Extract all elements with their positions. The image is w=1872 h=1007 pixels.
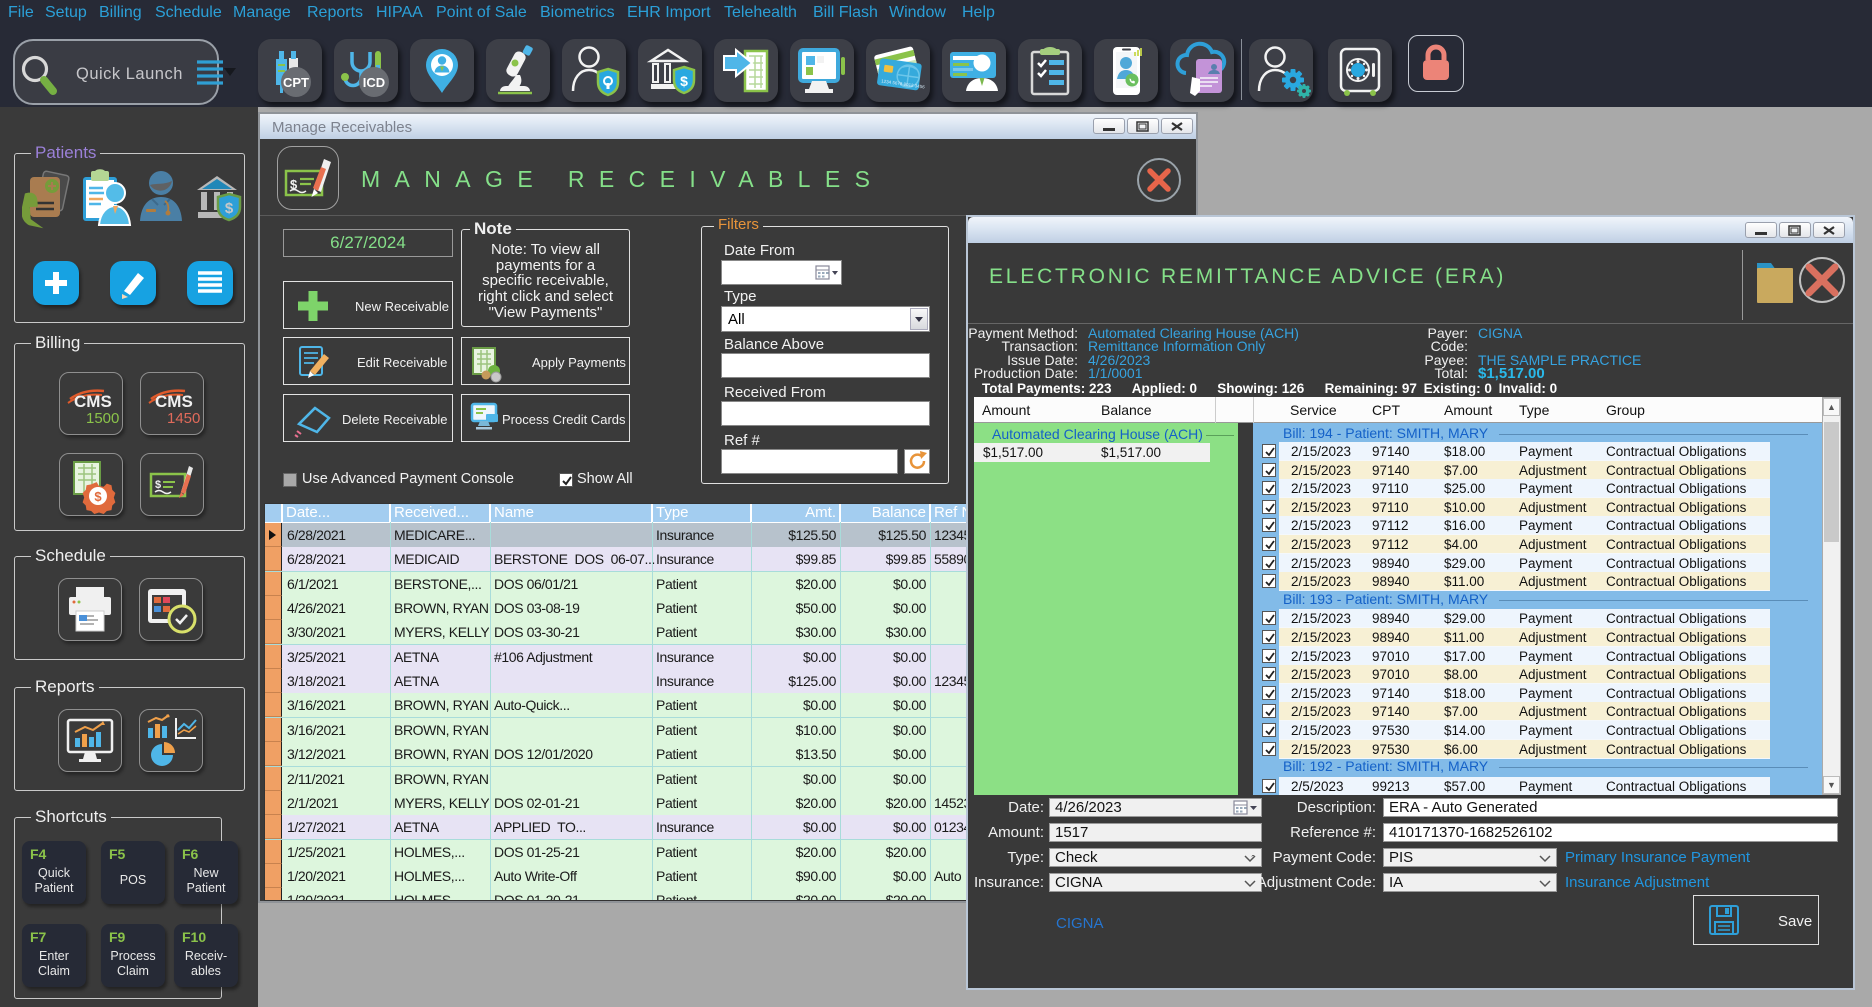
svg-text:$: $ bbox=[225, 200, 234, 217]
svg-text:1500: 1500 bbox=[86, 410, 119, 427]
svg-text:CMS: CMS bbox=[74, 392, 112, 411]
svg-text:$: $ bbox=[155, 479, 161, 491]
svg-text:$: $ bbox=[94, 489, 102, 504]
svg-text:CMS: CMS bbox=[155, 392, 193, 411]
svg-text:1450: 1450 bbox=[167, 410, 200, 427]
svg-text:$: $ bbox=[680, 73, 688, 89]
svg-text:CPT: CPT bbox=[283, 75, 309, 90]
svg-text:ICD: ICD bbox=[363, 75, 385, 90]
